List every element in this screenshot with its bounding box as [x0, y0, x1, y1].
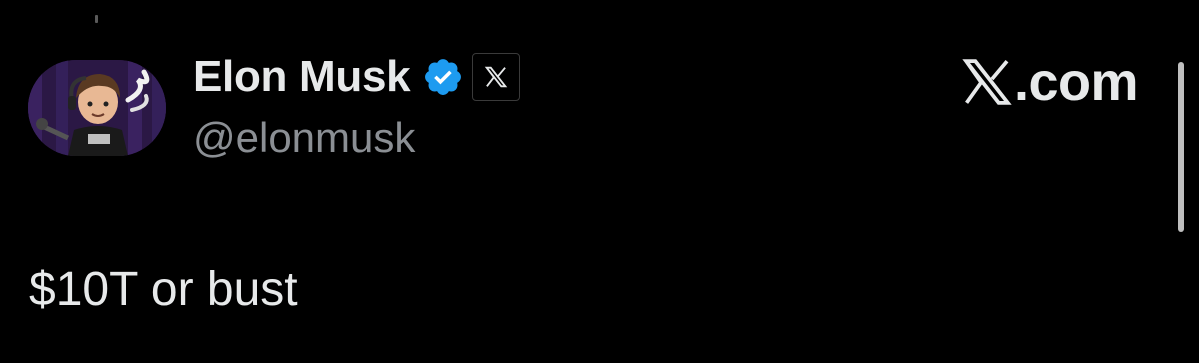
avatar-image: [28, 60, 166, 156]
verified-badge-icon: [422, 56, 464, 98]
author-handle[interactable]: @elonmusk: [193, 114, 415, 162]
site-domain-label: .com: [1014, 52, 1139, 112]
avatar[interactable]: [28, 60, 166, 156]
x-affiliate-badge-icon[interactable]: [472, 53, 521, 101]
post-text: $10T or bust: [29, 263, 298, 316]
scrollbar[interactable]: [1178, 62, 1184, 232]
x-logo-icon: [962, 59, 1012, 105]
author-display-name[interactable]: Elon Musk: [193, 52, 411, 102]
site-brand: .com: [962, 52, 1139, 112]
status-dot: [95, 15, 98, 23]
